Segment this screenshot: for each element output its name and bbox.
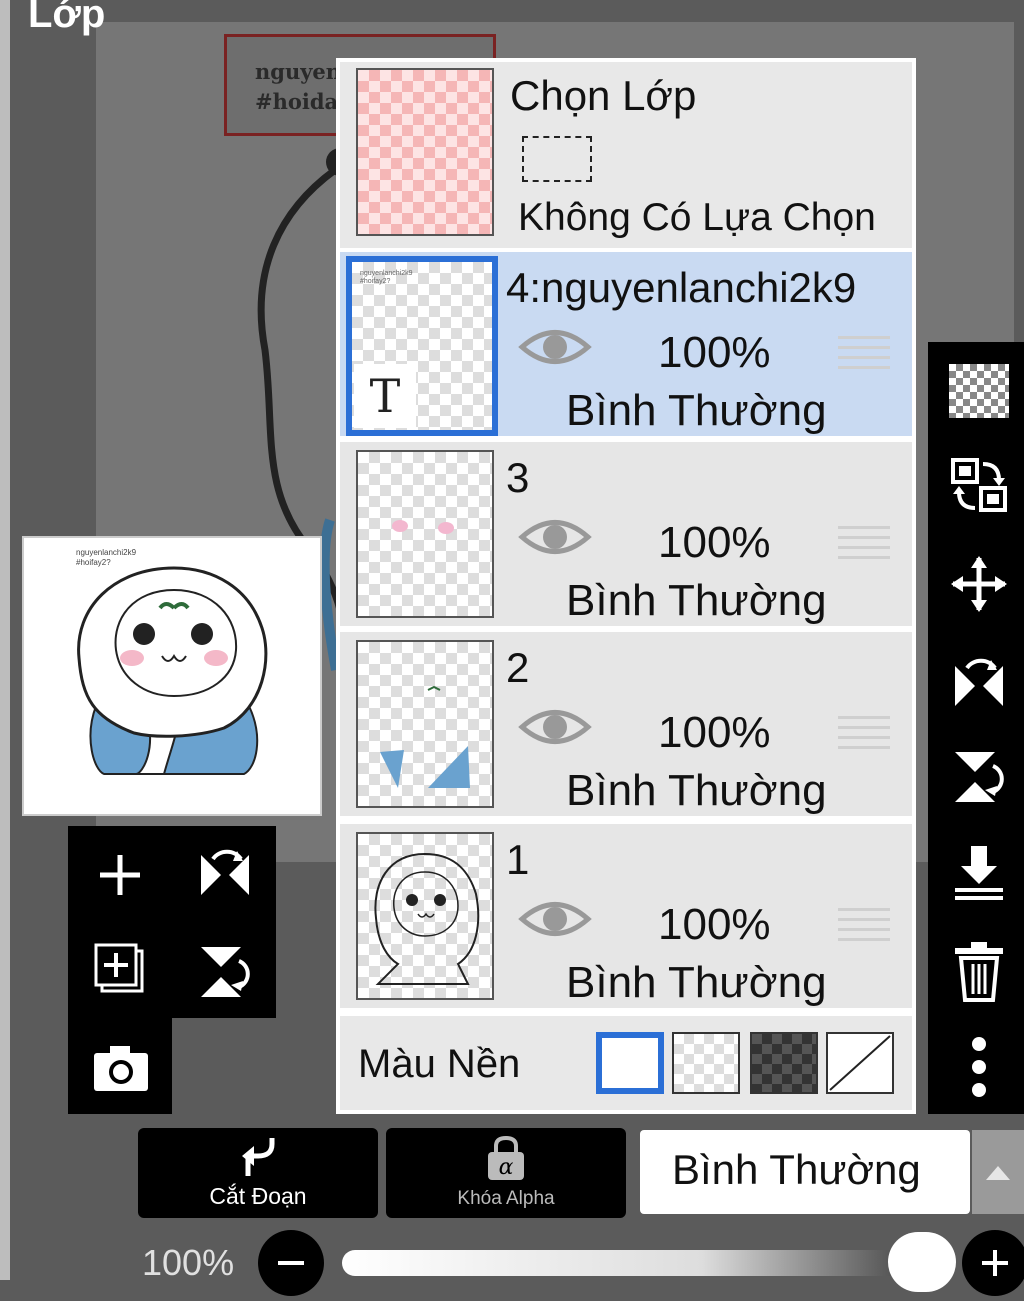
camera-icon[interactable]	[90, 1038, 152, 1098]
opacity-slider-handle[interactable]	[888, 1232, 956, 1292]
layer-name: 1	[506, 836, 530, 883]
blend-mode-select[interactable]: Bình Thường	[640, 1130, 970, 1214]
flip-horizontal-icon[interactable]	[946, 648, 1012, 712]
preview-text-line-2: #hoifay2?	[76, 558, 111, 567]
left-edge-strip	[0, 0, 10, 1280]
alpha-lock-button[interactable]: α Khóa Alpha	[386, 1128, 626, 1218]
layer-row-2[interactable]: 2 100% Bình Thường	[340, 632, 912, 816]
blend-mode-dropdown[interactable]	[972, 1130, 1024, 1214]
background-white-swatch[interactable]	[596, 1032, 664, 1094]
clip-label: Cắt Đoạn	[209, 1183, 307, 1209]
layer-thumbnail	[356, 832, 494, 1000]
alpha-lock-label: Khóa Alpha	[457, 1188, 555, 1209]
drag-handle-icon[interactable]	[838, 908, 890, 948]
layer-name: 2	[506, 644, 530, 691]
selection-status: Không Có Lựa Chọn	[518, 196, 876, 239]
move-icon[interactable]	[946, 552, 1012, 616]
transparency-icon[interactable]	[946, 360, 1012, 422]
merge-down-icon[interactable]	[946, 840, 1012, 904]
layer-blend-mode: Bình Thường	[566, 766, 827, 815]
layer-blend-mode: Bình Thường	[566, 386, 827, 435]
layer-thumbnail	[356, 450, 494, 618]
canvas-preview[interactable]: nguyenlanchi2k9 #hoifay2?	[22, 536, 322, 816]
selection-title: Chọn Lớp	[510, 72, 697, 119]
selection-marquee-icon	[522, 136, 592, 182]
plus-icon	[982, 1250, 1008, 1276]
background-none-swatch[interactable]	[826, 1032, 894, 1094]
layer-panel: Chọn Lớp Không Có Lựa Chọn nguyenlanchi2…	[336, 58, 916, 1114]
clip-arrow-icon	[242, 1138, 275, 1176]
opacity-increase-button[interactable]	[962, 1230, 1024, 1296]
drag-handle-icon[interactable]	[838, 336, 890, 376]
layer-blend-mode: Bình Thường	[566, 576, 827, 625]
layer-row-1[interactable]: 1 100% Bình Thường	[340, 824, 912, 1008]
layer-opacity: 100%	[658, 328, 771, 377]
background-light-checker-swatch[interactable]	[672, 1032, 740, 1094]
opacity-decrease-button[interactable]	[258, 1230, 324, 1296]
selection-thumbnail	[356, 68, 494, 236]
drag-handle-icon[interactable]	[838, 716, 890, 756]
lock-icon: α	[488, 1135, 524, 1180]
blend-mode-value: Bình Thường	[672, 1146, 921, 1193]
preview-text-line-1: nguyenlanchi2k9	[76, 548, 137, 557]
visibility-eye-icon[interactable]	[518, 896, 592, 947]
add-copy-icon[interactable]	[90, 940, 152, 1000]
trash-icon[interactable]	[946, 938, 1012, 1004]
background-color-label: Màu Nền	[358, 1042, 521, 1086]
flip-horizontal-icon[interactable]	[192, 842, 258, 904]
layer-row-3[interactable]: 3 100% Bình Thường	[340, 442, 912, 626]
layer-name: 4:nguyenlanchi2k9	[506, 264, 857, 311]
background-color-row: Màu Nền	[340, 1016, 912, 1110]
layer-name: 3	[506, 454, 530, 501]
layer-opacity: 100%	[658, 708, 771, 757]
visibility-eye-icon[interactable]	[518, 704, 592, 755]
opacity-value: 100%	[142, 1242, 235, 1283]
layer-row-4[interactable]: nguyenlanchi2k9 #hoifay2? T 4:nguyenlanc…	[340, 252, 912, 436]
svg-text:α: α	[499, 1155, 514, 1180]
visibility-eye-icon[interactable]	[518, 514, 592, 565]
layer-thumbnail: nguyenlanchi2k9 #hoifay2? T	[346, 256, 498, 436]
add-layer-icon[interactable]	[90, 846, 150, 904]
layer-blend-mode: Bình Thường	[566, 958, 827, 1007]
layer-opacity: 100%	[658, 900, 771, 949]
page-title: Lớp	[28, 0, 106, 36]
minus-icon	[278, 1261, 304, 1265]
flip-vertical-icon[interactable]	[192, 940, 258, 1002]
more-icon[interactable]	[946, 1034, 1012, 1100]
opacity-slider[interactable]	[342, 1250, 942, 1276]
layer-opacity: 100%	[658, 518, 771, 567]
text-layer-icon: T	[354, 364, 416, 428]
layer-thumbnail	[356, 640, 494, 808]
chevron-up-icon	[986, 1166, 1010, 1180]
preview-character-drawing	[77, 566, 268, 775]
clip-button[interactable]: Cắt Đoạn	[138, 1128, 378, 1218]
visibility-eye-icon[interactable]	[518, 324, 592, 375]
swap-icon[interactable]	[946, 454, 1012, 518]
background-dark-checker-swatch[interactable]	[750, 1032, 818, 1094]
drag-handle-icon[interactable]	[838, 526, 890, 566]
flip-vertical-icon[interactable]	[946, 744, 1012, 808]
selection-layer-row[interactable]: Chọn Lớp Không Có Lựa Chọn	[340, 62, 912, 248]
